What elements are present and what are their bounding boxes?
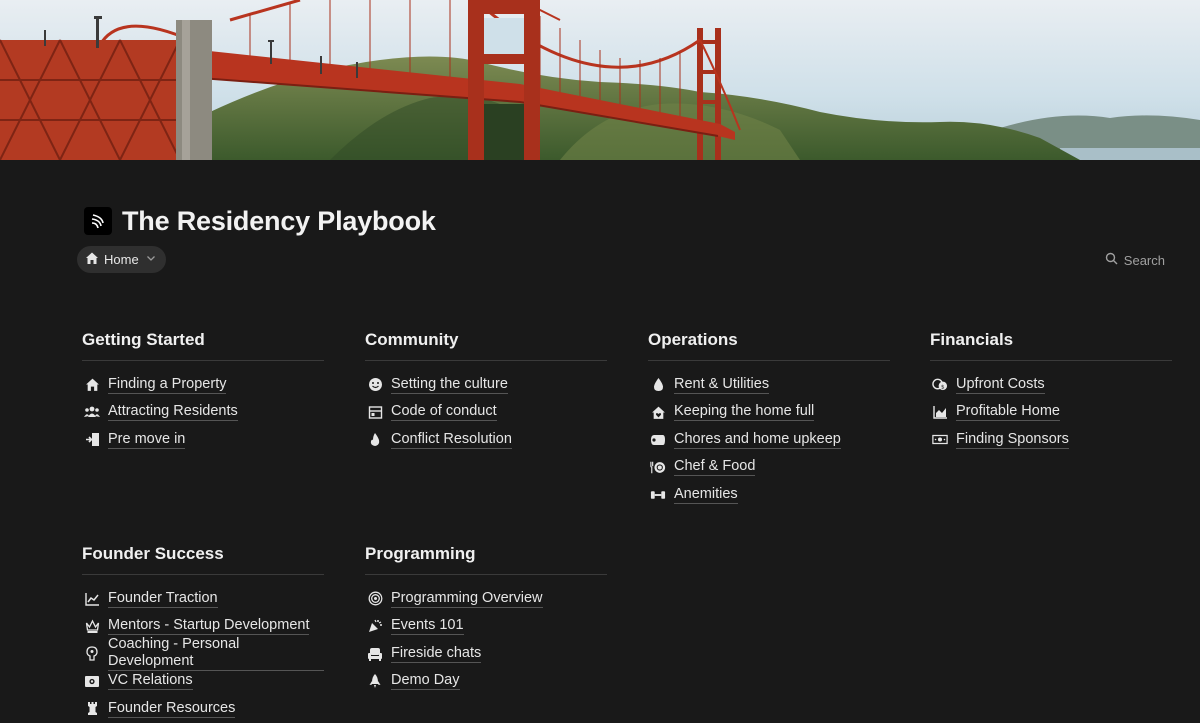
link-label: Founder Resources: [108, 699, 236, 718]
link-attracting-residents[interactable]: Attracting Residents: [82, 399, 324, 427]
link-label: Fireside chats: [391, 644, 482, 663]
crown-icon: [84, 618, 100, 634]
link-label: Founder Traction: [108, 589, 218, 608]
smiley-icon: [367, 377, 383, 393]
link-label: Pre move in: [108, 430, 186, 449]
link-label: Coaching - Personal Development: [108, 636, 324, 672]
link-fireside-chats[interactable]: Fireside chats: [365, 640, 607, 668]
section-community: Community Setting the culture Code of co…: [365, 330, 607, 454]
golden-gate-bridge-illustration: [0, 0, 1200, 160]
link-label: Mentors - Startup Development: [108, 617, 310, 636]
link-events-101[interactable]: Events 101: [365, 613, 607, 641]
house-icon: [84, 377, 100, 393]
link-setting-the-culture[interactable]: Setting the culture: [365, 371, 607, 399]
link-rent-utilities[interactable]: Rent & Utilities: [648, 371, 890, 399]
link-label: Code of conduct: [391, 403, 497, 422]
link-label: Upfront Costs: [956, 375, 1045, 394]
link-label: Rent & Utilities: [674, 375, 770, 394]
search-icon: [1105, 252, 1118, 268]
breadcrumb-home-button[interactable]: Home: [77, 246, 166, 273]
house-heart-icon: [650, 404, 666, 420]
page-content: The Residency Playbook Home Search Getti…: [0, 160, 1200, 722]
link-upfront-costs[interactable]: $ Upfront Costs: [930, 371, 1172, 399]
cash-icon: [84, 673, 100, 689]
link-keeping-the-home-full[interactable]: Keeping the home full: [648, 399, 890, 427]
coins-icon: $: [932, 377, 948, 393]
brain-icon: [84, 646, 100, 662]
link-coaching-personal-development[interactable]: Coaching - Personal Development: [82, 636, 324, 672]
section-financials: Financials $ Upfront Costs Profitable Hom…: [930, 330, 1172, 454]
link-label: VC Relations: [108, 672, 193, 691]
page-header: The Residency Playbook: [84, 206, 436, 236]
party-icon: [367, 618, 383, 634]
svg-text:$: $: [941, 385, 945, 391]
plate-utensils-icon: [650, 459, 666, 475]
link-founder-traction[interactable]: Founder Traction: [82, 585, 324, 613]
link-demo-day[interactable]: Demo Day: [365, 668, 607, 696]
section-founder-success: Founder Success Founder Traction Mentors…: [82, 544, 324, 723]
rulebook-icon: [367, 404, 383, 420]
section-title: Financials: [930, 330, 1172, 361]
link-chef-food[interactable]: Chef & Food: [648, 454, 890, 482]
section-title: Founder Success: [82, 544, 324, 575]
page-title: The Residency Playbook: [122, 205, 436, 236]
link-label: Conflict Resolution: [391, 430, 512, 449]
section-title: Operations: [648, 330, 890, 361]
link-label: Finding Sponsors: [956, 430, 1069, 449]
house-icon: [85, 251, 99, 268]
link-label: Attracting Residents: [108, 403, 238, 422]
dumbbell-icon: [650, 487, 666, 503]
link-pre-move-in[interactable]: Pre move in: [82, 426, 324, 454]
link-label: Demo Day: [391, 672, 460, 691]
target-icon: [367, 591, 383, 607]
search-label: Search: [1123, 252, 1165, 268]
area-chart-icon: [932, 404, 948, 420]
link-programming-overview[interactable]: Programming Overview: [365, 585, 607, 613]
chevron-down-icon: [146, 253, 156, 266]
search-button[interactable]: Search: [1105, 252, 1165, 268]
section-title: Community: [365, 330, 607, 361]
link-founder-resources[interactable]: Founder Resources: [82, 695, 324, 723]
link-label: Setting the culture: [391, 375, 508, 394]
armchair-icon: [367, 646, 383, 662]
cover-image: [0, 0, 1200, 160]
money-bill-icon: [932, 432, 948, 448]
link-chores-and-home-upkeep[interactable]: Chores and home upkeep: [648, 426, 890, 454]
people-icon: [84, 404, 100, 420]
droplet-icon: [650, 377, 666, 393]
section-programming: Programming Programming Overview Events …: [365, 544, 607, 695]
section-getting-started: Getting Started Finding a Property Attra…: [82, 330, 324, 454]
toilet-paper-icon: [650, 432, 666, 448]
section-operations: Operations Rent & Utilities Keeping the …: [648, 330, 890, 509]
flame-icon: [367, 432, 383, 448]
link-profitable-home[interactable]: Profitable Home: [930, 399, 1172, 427]
link-finding-sponsors[interactable]: Finding Sponsors: [930, 426, 1172, 454]
link-conflict-resolution[interactable]: Conflict Resolution: [365, 426, 607, 454]
chess-rook-icon: [84, 701, 100, 717]
link-label: Anemities: [674, 485, 738, 504]
link-label: Chores and home upkeep: [674, 430, 841, 449]
section-title: Getting Started: [82, 330, 324, 361]
link-label: Events 101: [391, 617, 464, 636]
link-vc-relations[interactable]: VC Relations: [82, 668, 324, 696]
breadcrumb-label: Home: [104, 252, 139, 267]
section-title: Programming: [365, 544, 607, 575]
residency-logo-icon: [84, 207, 112, 235]
link-label: Chef & Food: [674, 458, 756, 477]
door-enter-icon: [84, 432, 100, 448]
rocket-icon: [367, 673, 383, 689]
link-anemities[interactable]: Anemities: [648, 481, 890, 509]
line-chart-icon: [84, 591, 100, 607]
link-label: Keeping the home full: [674, 403, 815, 422]
link-label: Profitable Home: [956, 403, 1060, 422]
link-code-of-conduct[interactable]: Code of conduct: [365, 399, 607, 427]
link-label: Finding a Property: [108, 375, 227, 394]
link-label: Programming Overview: [391, 589, 543, 608]
link-finding-a-property[interactable]: Finding a Property: [82, 371, 324, 399]
